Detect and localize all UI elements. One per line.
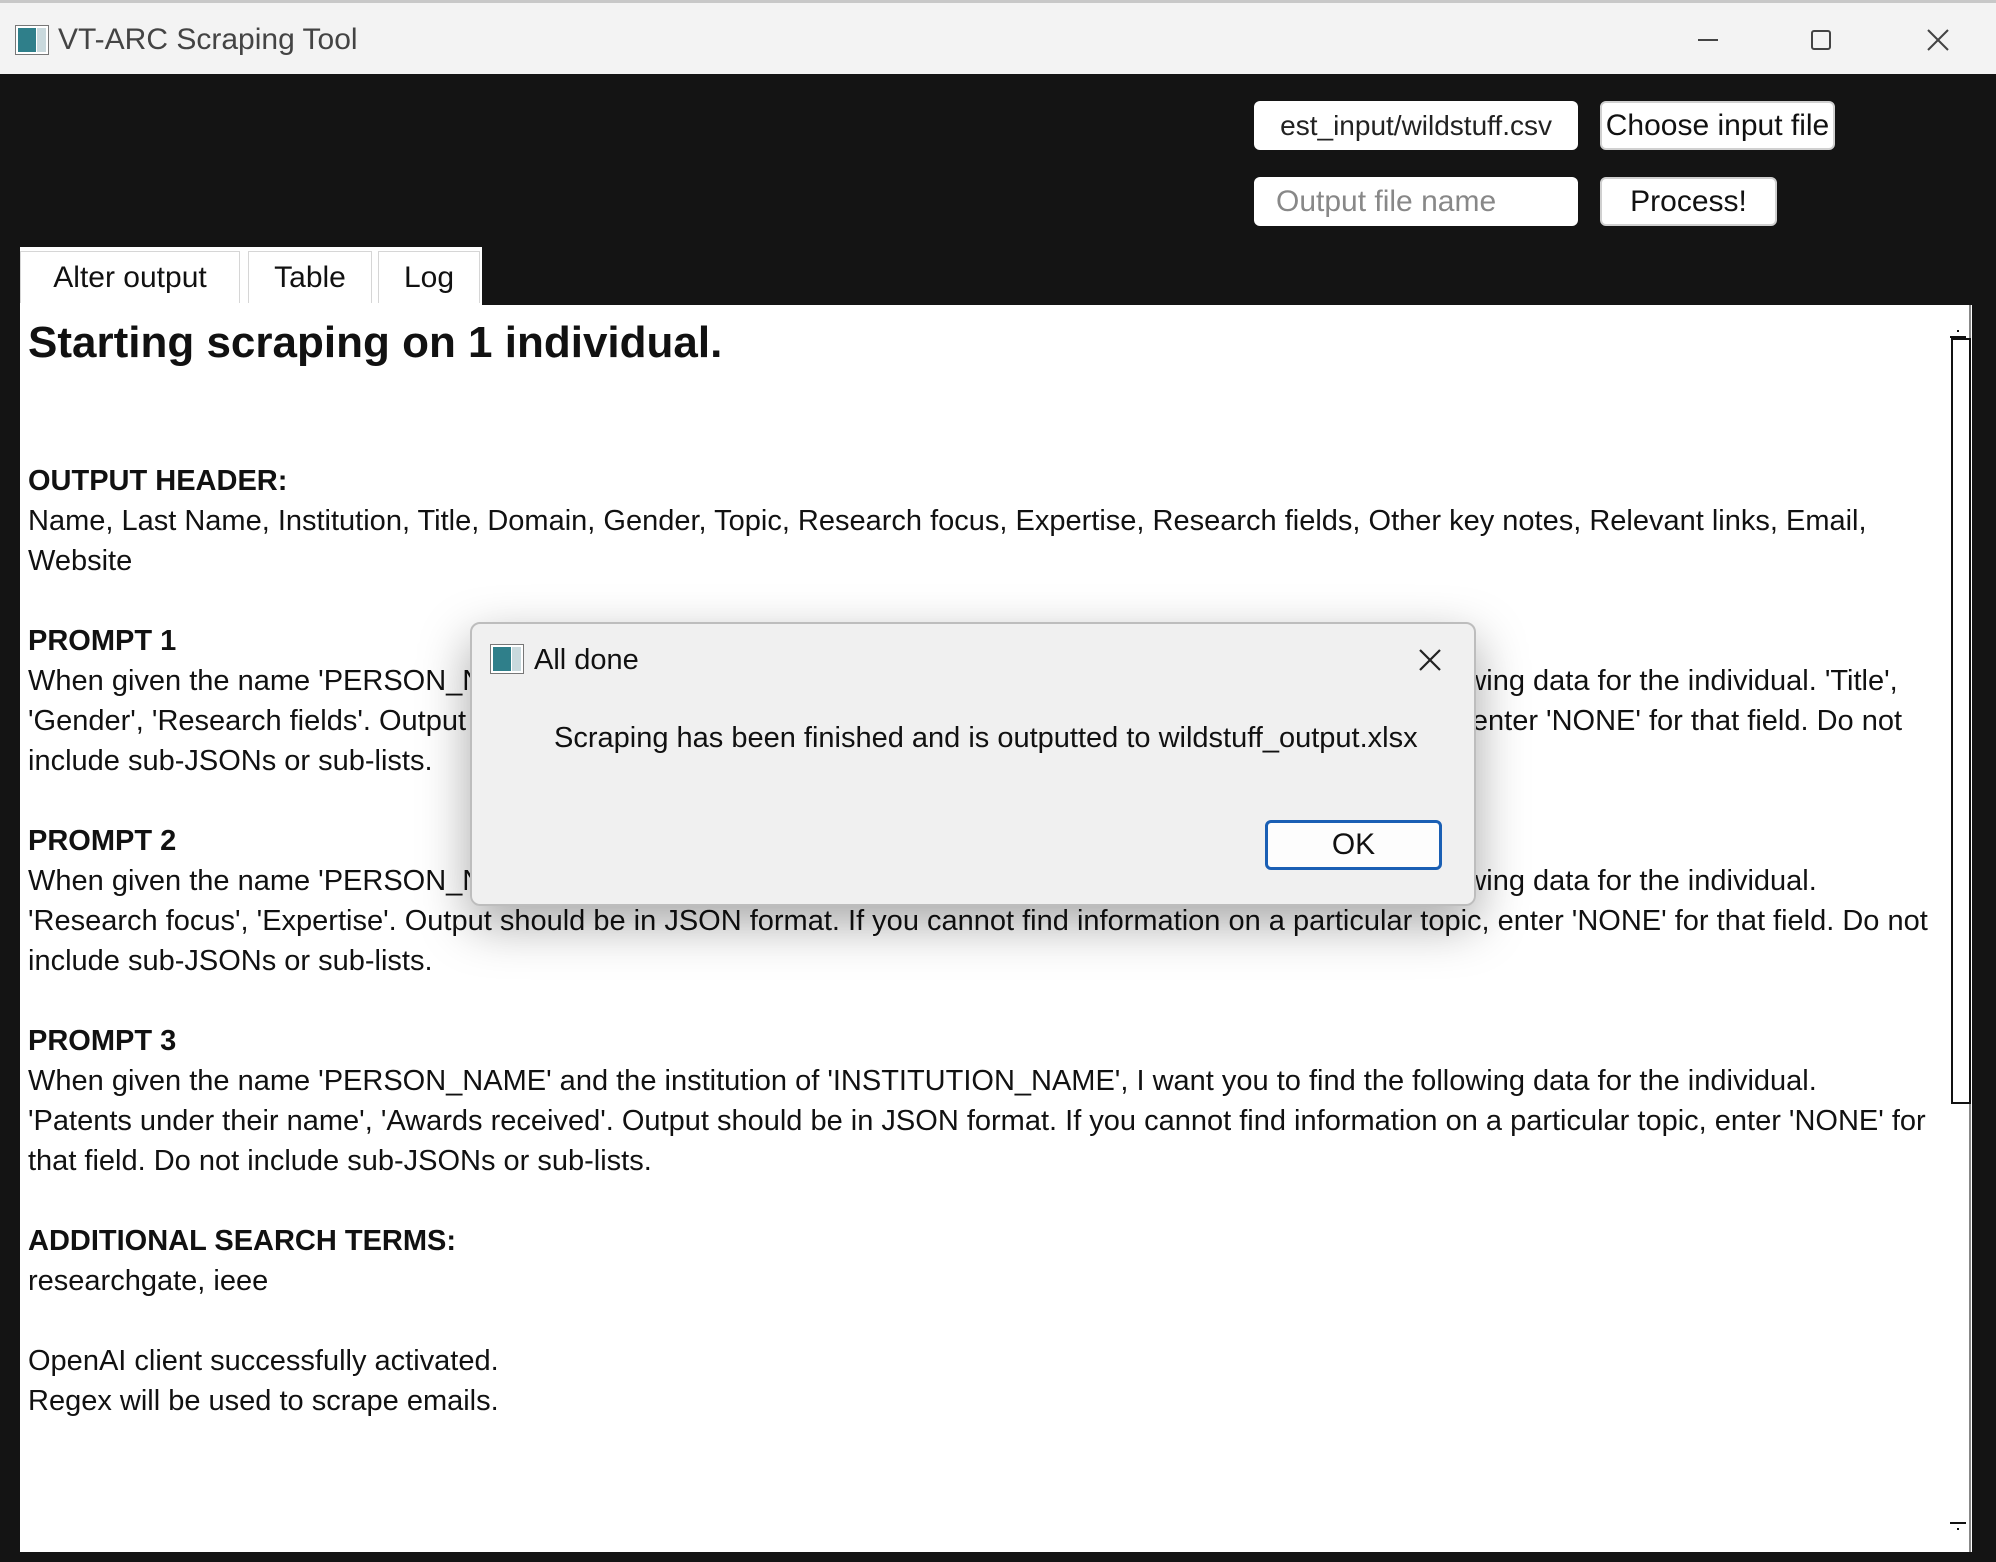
tab-log[interactable]: Log xyxy=(378,251,480,303)
process-button[interactable]: Process! xyxy=(1600,177,1777,226)
input-file-path-field[interactable]: est_input/wildstuff.csv xyxy=(1254,101,1578,150)
scroll-down-arrow-icon xyxy=(1950,1522,1966,1530)
output-header-label: OUTPUT HEADER: xyxy=(28,465,288,497)
dialog-close-button[interactable] xyxy=(1408,638,1452,682)
tab-alter-output[interactable]: Alter output xyxy=(20,251,240,303)
choose-input-file-button[interactable]: Choose input file xyxy=(1600,101,1835,150)
log-panel: Starting scraping on 1 individual. OUTPU… xyxy=(20,305,1972,1552)
ok-button[interactable]: OK xyxy=(1265,820,1442,870)
search-terms-section: ADDITIONAL SEARCH TERMS: researchgate, i… xyxy=(28,1221,1928,1301)
minimize-button[interactable] xyxy=(1668,13,1748,67)
title-bar: VT-ARC Scraping Tool xyxy=(0,0,1996,74)
output-file-name-placeholder: Output file name xyxy=(1276,184,1497,218)
dialog-message: Scraping has been finished and is output… xyxy=(554,722,1418,754)
status-line-2: Regex will be used to scrape emails. xyxy=(28,1385,499,1417)
output-header-text: Name, Last Name, Institution, Title, Dom… xyxy=(28,505,1867,577)
output-file-name-field[interactable]: Output file name xyxy=(1254,177,1578,226)
search-terms-label: ADDITIONAL SEARCH TERMS: xyxy=(28,1225,457,1257)
dialog-title: All done xyxy=(534,644,639,676)
close-icon xyxy=(1927,29,1949,51)
close-button[interactable] xyxy=(1898,13,1978,67)
maximize-button[interactable] xyxy=(1781,13,1861,67)
prompt3-label: PROMPT 3 xyxy=(28,1025,177,1057)
maximize-icon xyxy=(1811,30,1831,50)
vertical-scrollbar[interactable] xyxy=(1940,305,1972,1552)
tab-bar: Alter output Table Log xyxy=(20,247,482,305)
close-icon xyxy=(1419,649,1441,671)
window-title: VT-ARC Scraping Tool xyxy=(58,23,358,56)
all-done-dialog: All done Scraping has been finished and … xyxy=(470,622,1476,906)
prompt3-section: PROMPT 3 When given the name 'PERSON_NAM… xyxy=(28,1021,1928,1181)
status-line-1: OpenAI client successfully activated. xyxy=(28,1345,499,1377)
prompt3-text: When given the name 'PERSON_NAME' and th… xyxy=(28,1065,1926,1177)
scrollbar-thumb xyxy=(1951,338,1971,1104)
app-icon xyxy=(15,25,49,55)
output-header-section: OUTPUT HEADER: Name, Last Name, Institut… xyxy=(28,461,1928,581)
tab-table[interactable]: Table xyxy=(248,251,372,303)
search-terms-text: researchgate, ieee xyxy=(28,1265,269,1297)
input-file-path-value: est_input/wildstuff.csv xyxy=(1280,109,1552,141)
app-icon xyxy=(490,644,524,674)
main-window: VT-ARC Scraping Tool est_input/wildstuff… xyxy=(0,0,1996,1562)
log-heading: Starting scraping on 1 individual. xyxy=(28,318,723,367)
minimize-icon xyxy=(1698,39,1718,41)
scroll-up-arrow-icon xyxy=(1950,330,1966,338)
